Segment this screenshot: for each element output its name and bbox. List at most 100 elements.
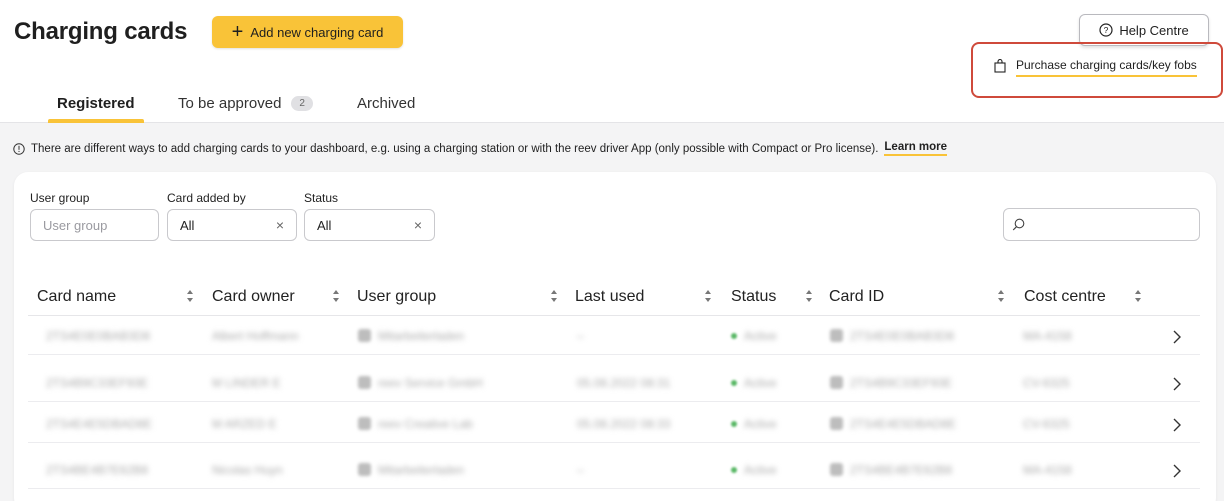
charging-cards-panel: User group User group Card added by All … (14, 172, 1216, 501)
status-cell: Active (744, 329, 777, 343)
column-user-group[interactable]: User group (357, 288, 436, 306)
last-used-cell: – (577, 463, 584, 477)
column-last-used[interactable]: Last used (575, 288, 644, 306)
search-input[interactable] (1003, 208, 1200, 241)
chevron-right-icon[interactable] (1172, 329, 1182, 345)
card-added-by-filter[interactable]: All × (167, 209, 297, 241)
filter-label-user-group: User group (30, 191, 90, 205)
status-cell: Active (744, 463, 777, 477)
info-message: There are different ways to add charging… (13, 141, 948, 156)
status-filter-value: All (317, 217, 332, 233)
status-dot (731, 421, 737, 427)
card-name-cell: 2TS4BE4B7E62B8 (46, 463, 149, 477)
top-bar: Charging cards + Add new charging card ?… (0, 0, 1224, 123)
cost-centre-cell: CV-6325 (1023, 376, 1070, 390)
sort-icon[interactable] (805, 289, 813, 303)
clear-icon[interactable]: × (414, 217, 422, 233)
card-name-cell: 2TS4E4E5DBAD8E (46, 417, 153, 431)
sort-icon[interactable] (332, 289, 340, 303)
card-id-cell: 2TS4B9C33EF93E (850, 376, 953, 390)
group-icon (358, 463, 371, 476)
add-button-label: Add new charging card (250, 24, 384, 40)
learn-more-link[interactable]: Learn more (884, 141, 948, 156)
table-header: Card name Card owner User group Last use… (28, 278, 1200, 316)
help-button-label: Help Centre (1119, 22, 1189, 38)
tab-archived[interactable]: Archived (357, 90, 415, 116)
group-icon (358, 329, 371, 342)
card-name-cell: 2TS4B9C33EF93E (46, 376, 149, 390)
active-tab-indicator (48, 119, 144, 123)
page-title: Charging cards (14, 18, 188, 45)
table-row[interactable]: 2TS4E4E5DBAD8E M ARZED E reev Creative L… (28, 406, 1200, 443)
status-cell: Active (744, 376, 777, 390)
cost-centre-cell: CV-6325 (1023, 417, 1070, 431)
table-row[interactable]: 2TS4B9C33EF93E M LINDER E reev Service G… (28, 365, 1200, 402)
card-icon (830, 417, 843, 430)
group-icon (358, 376, 371, 389)
tab-label: Registered (57, 94, 135, 112)
sort-icon[interactable] (1134, 289, 1142, 303)
status-cell: Active (744, 417, 777, 431)
card-icon (830, 376, 843, 389)
card-owner-cell: Nicolas Huyn (212, 463, 283, 477)
card-id-cell: 2TS4E4E5DBAD8E (850, 417, 957, 431)
sort-icon[interactable] (550, 289, 558, 303)
shopping-bag-icon (994, 59, 1006, 73)
card-name-cell: 2TS4E0E0BAB3D8 (46, 329, 151, 343)
table-row[interactable]: 2TS4BE4B7E62B8 Nicolas Huyn Mitarbeiterl… (28, 452, 1200, 489)
search-icon (1012, 218, 1025, 231)
card-added-by-value: All (180, 217, 195, 233)
tab-registered[interactable]: Registered (57, 90, 135, 116)
column-card-owner[interactable]: Card owner (212, 288, 295, 306)
chevron-right-icon[interactable] (1172, 417, 1182, 433)
purchase-cards-link[interactable]: Purchase charging cards/key fobs (994, 58, 1197, 77)
filter-label-card-added-by: Card added by (167, 191, 246, 205)
info-text: There are different ways to add charging… (31, 142, 879, 155)
user-group-cell: Mitarbeiterladen (378, 329, 465, 343)
status-dot (731, 333, 737, 339)
sort-icon[interactable] (704, 289, 712, 303)
cost-centre-cell: MA-4158 (1023, 329, 1072, 343)
card-owner-cell: M ARZED E (212, 417, 277, 431)
last-used-cell: 05.08.2022 08:31 (577, 376, 671, 390)
status-dot (731, 380, 737, 386)
user-group-cell: reev Service GmbH (378, 376, 483, 390)
status-dot (731, 467, 737, 473)
card-icon (830, 329, 843, 342)
status-filter[interactable]: All × (304, 209, 435, 241)
svg-text:?: ? (1104, 25, 1109, 35)
info-icon (13, 142, 25, 155)
plus-icon: + (231, 21, 244, 43)
last-used-cell: 05.08.2022 08:33 (577, 417, 671, 431)
user-group-filter[interactable]: User group (30, 209, 159, 241)
card-id-cell: 2TS4BE4B7E62B8 (850, 463, 953, 477)
card-owner-cell: M LINDER E (212, 376, 281, 390)
filter-label-status: Status (304, 191, 339, 205)
card-icon (830, 463, 843, 476)
user-group-cell: reev Creative Lab (378, 417, 473, 431)
column-card-name[interactable]: Card name (37, 288, 116, 306)
column-status[interactable]: Status (731, 288, 776, 306)
clear-icon[interactable]: × (276, 217, 284, 233)
card-owner-cell: Albert Hoffmann (212, 329, 299, 343)
sort-icon[interactable] (186, 289, 194, 303)
add-charging-card-button[interactable]: + Add new charging card (212, 16, 403, 48)
tab-to-be-approved[interactable]: To be approved 2 (178, 90, 313, 116)
sort-icon[interactable] (997, 289, 1005, 303)
help-icon: ? (1099, 23, 1113, 37)
user-group-cell: Mitarbeiterladen (378, 463, 465, 477)
cost-centre-cell: MA-4158 (1023, 463, 1072, 477)
card-id-cell: 2TS4E0E0BAB3D8 (850, 329, 955, 343)
last-used-cell: – (577, 329, 584, 343)
chevron-right-icon[interactable] (1172, 463, 1182, 479)
count-badge: 2 (291, 95, 313, 111)
table-row[interactable]: 2TS4E0E0BAB3D8 Albert Hoffmann Mitarbeit… (28, 318, 1200, 355)
column-cost-centre[interactable]: Cost centre (1024, 288, 1106, 306)
tab-label: To be approved (178, 94, 282, 112)
user-group-placeholder: User group (43, 217, 108, 233)
column-card-id[interactable]: Card ID (829, 288, 884, 306)
purchase-link-label: Purchase charging cards/key fobs (1016, 58, 1197, 77)
tab-label: Archived (357, 94, 416, 112)
chevron-right-icon[interactable] (1172, 376, 1182, 392)
group-icon (358, 417, 371, 430)
